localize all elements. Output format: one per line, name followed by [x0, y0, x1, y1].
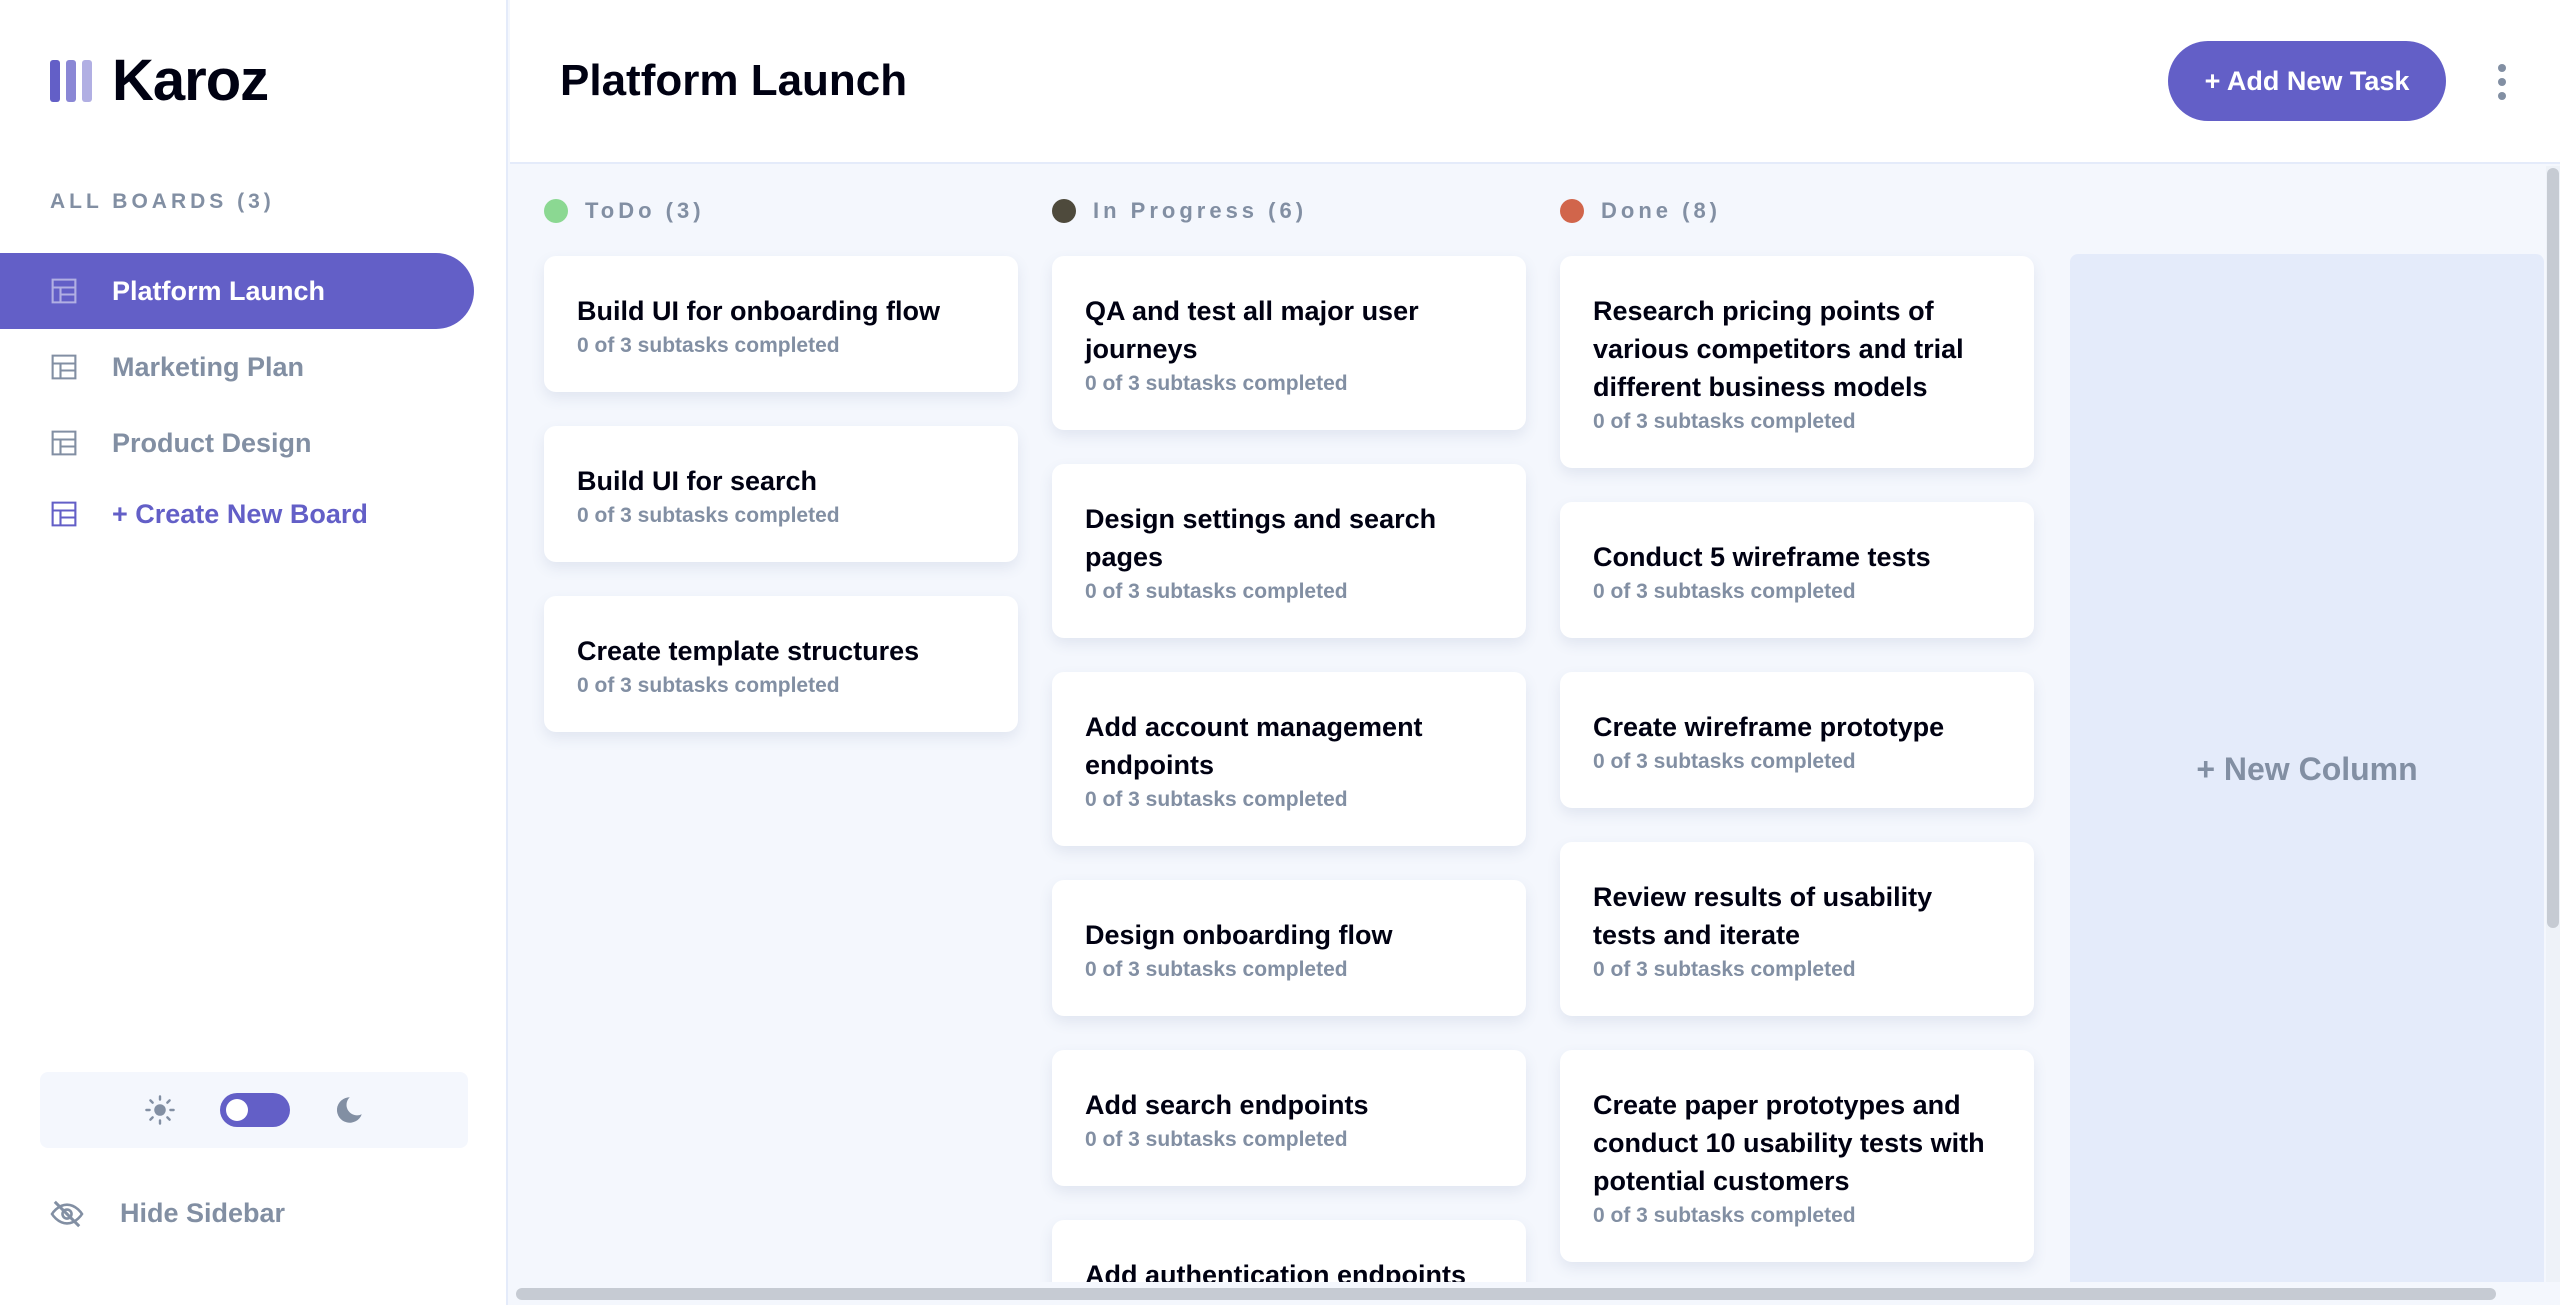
task-card[interactable]: Create paper prototypes and conduct 10 u… — [1560, 1050, 2034, 1262]
page-title: Platform Launch — [560, 56, 908, 105]
task-card[interactable]: Create template structures 0 of 3 subtas… — [544, 596, 1018, 732]
task-subtasks: 0 of 3 subtasks completed — [1085, 788, 1348, 811]
task-subtasks: 0 of 3 subtasks completed — [1593, 580, 1856, 603]
task-card[interactable]: Add authentication endpoints — [1052, 1220, 1526, 1282]
task-subtasks: 0 of 3 subtasks completed — [1085, 1128, 1348, 1151]
task-card[interactable]: Build UI for onboarding flow 0 of 3 subt… — [544, 256, 1018, 392]
column-in-progress: In Progress (6) QA and test all major us… — [1052, 166, 1526, 1282]
task-subtasks: 0 of 3 subtasks completed — [1593, 750, 1856, 773]
board: ToDo (3) Build UI for onboarding flow 0 … — [510, 166, 2560, 1282]
add-new-task-button[interactable]: + Add New Task — [2168, 41, 2446, 121]
task-title: QA and test all major user journeys — [1085, 296, 1419, 364]
task-title: Design onboarding flow — [1085, 920, 1393, 950]
board-list: Platform Launch Marketing Plan Product D… — [0, 253, 474, 547]
task-subtasks: 0 of 3 subtasks completed — [1085, 372, 1348, 395]
sidebar-item-marketing-plan[interactable]: Marketing Plan — [0, 329, 474, 405]
boards-heading: ALL BOARDS (3) — [50, 190, 275, 213]
task-card[interactable]: Add search endpoints 0 of 3 subtasks com… — [1052, 1050, 1526, 1186]
task-title: Create wireframe prototype — [1593, 712, 1945, 742]
vertical-scrollbar[interactable] — [2546, 166, 2560, 1282]
task-card[interactable]: QA and test all major user journeys 0 of… — [1052, 256, 1526, 430]
task-title: Research pricing points of various compe… — [1593, 296, 1964, 402]
task-card[interactable]: Create wireframe prototype 0 of 3 subtas… — [1560, 672, 2034, 808]
column-title: Done (8) — [1601, 198, 1721, 223]
logo-icon — [50, 60, 92, 102]
task-subtasks: 0 of 3 subtasks completed — [577, 674, 840, 697]
task-title: Conduct 5 wireframe tests — [1593, 542, 1931, 572]
status-dot — [1052, 199, 1076, 223]
column-done: Done (8) Research pricing points of vari… — [1560, 166, 2034, 1282]
task-title: Review results of usability tests and it… — [1593, 882, 1933, 950]
sidebar: Karoz ALL BOARDS (3) Platform Launch Mar… — [0, 0, 508, 1305]
create-board-button[interactable]: + Create New Board — [0, 481, 474, 547]
scrollbar-thumb[interactable] — [2547, 168, 2559, 928]
task-subtasks: 0 of 3 subtasks completed — [577, 334, 840, 357]
column-header: Done (8) — [1560, 198, 2034, 224]
sidebar-item-product-design[interactable]: Product Design — [0, 405, 474, 481]
task-title: Add search endpoints — [1085, 1090, 1369, 1120]
task-subtasks: 0 of 3 subtasks completed — [1593, 1204, 1856, 1227]
app-name: Karoz — [112, 48, 269, 113]
top-header: Platform Launch + Add New Task — [510, 0, 2560, 164]
more-options-icon[interactable] — [2496, 64, 2508, 100]
hide-sidebar-button[interactable]: Hide Sidebar — [50, 1198, 285, 1229]
task-title: Build UI for onboarding flow — [577, 296, 940, 326]
task-card[interactable]: Add account management endpoints 0 of 3 … — [1052, 672, 1526, 846]
task-card[interactable]: Conduct 5 wireframe tests 0 of 3 subtask… — [1560, 502, 2034, 638]
horizontal-scrollbar[interactable] — [510, 1283, 2560, 1305]
task-card[interactable]: Build UI for search 0 of 3 subtasks comp… — [544, 426, 1018, 562]
column-header: In Progress (6) — [1052, 198, 1526, 224]
scrollbar-thumb[interactable] — [516, 1288, 2496, 1300]
status-dot — [1560, 199, 1584, 223]
task-subtasks: 0 of 3 subtasks completed — [1593, 958, 1856, 981]
task-card[interactable]: Research pricing points of various compe… — [1560, 256, 2034, 468]
board-icon — [51, 354, 77, 380]
board-icon — [51, 430, 77, 456]
create-board-label: + Create New Board — [112, 498, 368, 529]
task-title: Create template structures — [577, 636, 920, 666]
column-todo: ToDo (3) Build UI for onboarding flow 0 … — [544, 166, 1018, 766]
sidebar-item-label: Marketing Plan — [112, 351, 305, 382]
column-header: ToDo (3) — [544, 198, 1018, 224]
hide-sidebar-label: Hide Sidebar — [120, 1198, 286, 1228]
task-subtasks: 0 of 3 subtasks completed — [1085, 580, 1348, 603]
task-card[interactable]: Review results of usability tests and it… — [1560, 842, 2034, 1016]
task-title: Add authentication endpoints — [1085, 1260, 1466, 1282]
task-subtasks: 0 of 3 subtasks completed — [1085, 958, 1348, 981]
task-title: Add account management endpoints — [1085, 712, 1423, 780]
theme-switch[interactable] — [220, 1093, 290, 1127]
task-title: Create paper prototypes and conduct 10 u… — [1593, 1090, 1985, 1196]
task-card[interactable]: Design onboarding flow 0 of 3 subtasks c… — [1052, 880, 1526, 1016]
theme-toggle-panel — [40, 1072, 468, 1148]
status-dot — [544, 199, 568, 223]
task-title: Build UI for search — [577, 466, 818, 496]
task-card[interactable]: Design settings and search pages 0 of 3 … — [1052, 464, 1526, 638]
sidebar-item-label: Platform Launch — [112, 275, 326, 306]
task-subtasks: 0 of 3 subtasks completed — [577, 504, 840, 527]
board-icon — [51, 278, 77, 304]
sidebar-item-label: Product Design — [112, 427, 312, 458]
sidebar-item-platform-launch[interactable]: Platform Launch — [0, 253, 474, 329]
task-subtasks: 0 of 3 subtasks completed — [1593, 410, 1856, 433]
new-column-button[interactable]: + New Column — [2070, 254, 2544, 1282]
moon-icon — [336, 1097, 362, 1123]
app-logo: Karoz — [50, 48, 269, 113]
task-title: Design settings and search pages — [1085, 504, 1437, 572]
board-icon — [51, 501, 77, 527]
column-title: In Progress (6) — [1093, 198, 1308, 223]
column-title: ToDo (3) — [585, 198, 705, 223]
sun-icon — [145, 1095, 175, 1125]
eye-slash-icon — [50, 1200, 84, 1227]
